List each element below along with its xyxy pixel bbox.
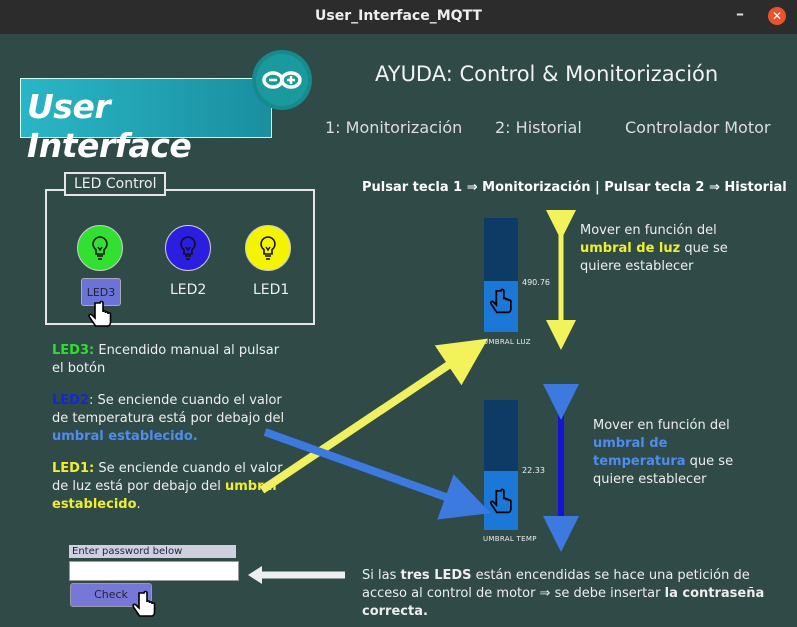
access-note-b: tres LEDS xyxy=(400,568,472,583)
access-note: Si las tres LEDS están encendidas se hac… xyxy=(362,567,792,621)
password-input[interactable] xyxy=(69,561,239,581)
access-note-a: Si las xyxy=(362,568,401,583)
password-label: Enter password below xyxy=(69,545,236,558)
access-arrowhead xyxy=(248,566,262,584)
arrows-overlay xyxy=(248,210,579,584)
hand-cursor-check-icon xyxy=(132,590,156,617)
